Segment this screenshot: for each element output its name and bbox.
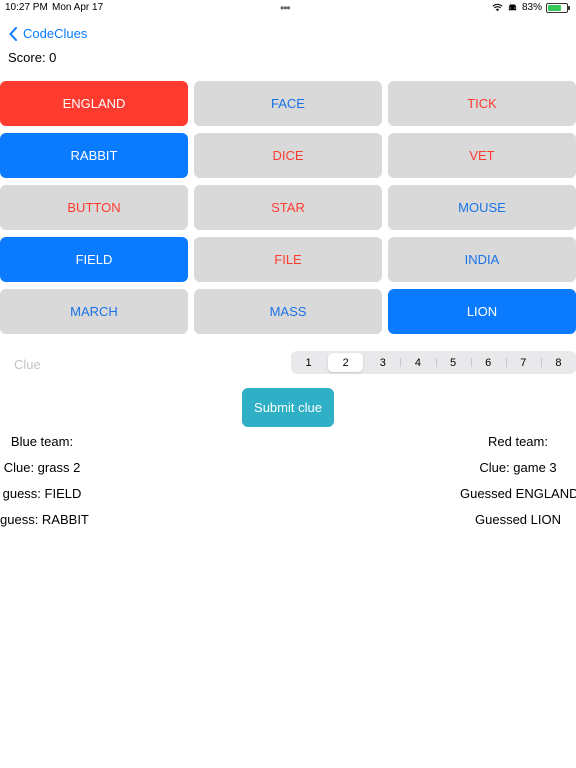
- multitasking-dots-icon[interactable]: •••: [280, 1, 291, 15]
- blue-team-log-line: guess: FIELD: [2, 486, 82, 501]
- word-card[interactable]: INDIA: [388, 237, 576, 282]
- word-card[interactable]: FACE: [194, 81, 382, 126]
- status-time: 10:27 PM: [5, 2, 48, 13]
- battery-percent: 83%: [521, 2, 542, 13]
- word-card[interactable]: ENGLAND: [0, 81, 188, 126]
- submit-clue-button[interactable]: Submit clue: [242, 388, 334, 427]
- red-team-log-line: Clue: game 3: [479, 460, 557, 475]
- word-card[interactable]: MASS: [194, 289, 382, 334]
- blue-team-log-line: Clue: grass 2: [3, 460, 81, 475]
- word-card[interactable]: BUTTON: [0, 185, 188, 230]
- back-button[interactable]: CodeClues: [9, 26, 87, 41]
- status-bar: 10:27 PM Mon Apr 17 ••• 83%: [0, 0, 576, 16]
- status-date: Mon Apr 17: [52, 2, 104, 13]
- word-card[interactable]: STAR: [194, 185, 382, 230]
- red-team-log-line: Guessed ENGLAND: [460, 486, 576, 501]
- segment-5[interactable]: 5: [435, 353, 471, 372]
- segment-8[interactable]: 8: [540, 353, 576, 372]
- chevron-left-icon: [9, 26, 17, 41]
- red-team-header: Red team:: [488, 434, 548, 449]
- battery-icon: [546, 2, 570, 13]
- word-card[interactable]: DICE: [194, 133, 382, 178]
- word-card[interactable]: FILE: [194, 237, 382, 282]
- segment-6[interactable]: 6: [470, 353, 506, 372]
- blue-team-log-line: guess: RABBIT: [0, 512, 89, 527]
- segment-1[interactable]: 1: [291, 353, 326, 372]
- back-label: CodeClues: [23, 26, 88, 41]
- word-card[interactable]: LION: [388, 289, 576, 334]
- clue-input[interactable]: [12, 353, 216, 375]
- word-card[interactable]: FIELD: [0, 237, 188, 282]
- segment-2[interactable]: 2: [328, 353, 364, 372]
- segment-7[interactable]: 7: [505, 353, 541, 372]
- wifi-icon: [492, 3, 503, 12]
- word-card[interactable]: MOUSE: [388, 185, 576, 230]
- clue-number-picker: 1 2 3 4 5 6 7 8: [291, 351, 576, 374]
- word-card[interactable]: RABBIT: [0, 133, 188, 178]
- word-card[interactable]: MARCH: [0, 289, 188, 334]
- segment-3[interactable]: 3: [365, 353, 400, 372]
- score-label: Score: 0: [8, 50, 57, 65]
- word-grid: ENGLAND FACE TICK RABBIT DICE VET BUTTON…: [0, 81, 576, 334]
- blue-team-header: Blue team:: [10, 434, 74, 449]
- segment-4[interactable]: 4: [400, 353, 435, 372]
- word-card[interactable]: TICK: [388, 81, 576, 126]
- red-team-log-line: Guessed LION: [475, 512, 561, 527]
- status-indicators: 83%: [492, 2, 570, 13]
- car-icon: [508, 4, 517, 11]
- word-card[interactable]: VET: [388, 133, 576, 178]
